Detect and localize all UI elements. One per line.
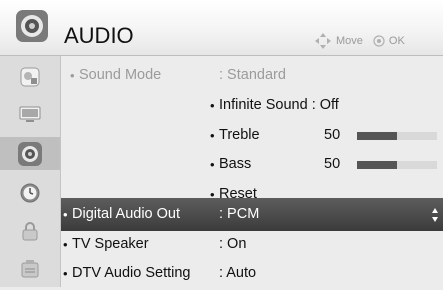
sidebar-item-time[interactable]	[0, 176, 60, 209]
move-hint-label: Move	[336, 35, 363, 47]
move-arrows-icon	[315, 33, 331, 49]
nav-hint: Move OK	[314, 32, 405, 50]
menu-item-bass[interactable]: • Bass 50	[61, 148, 443, 181]
clock-icon	[20, 183, 40, 202]
menu-item-digital-audio-out[interactable]: • Digital Audio Out : PCM	[61, 198, 443, 231]
sound-mode-value: : Standard	[219, 67, 286, 83]
bullet: •	[63, 266, 68, 281]
monitor-icon	[19, 106, 41, 122]
bass-value: 50	[324, 156, 341, 172]
audio-speaker-icon	[14, 8, 50, 44]
bullet: •	[210, 157, 215, 172]
bullet: •	[70, 68, 75, 83]
option-icon	[21, 259, 39, 277]
bass-slider[interactable]	[357, 161, 437, 169]
audio-menu: • Sound Mode : Standard • Infinite Sound…	[61, 56, 443, 287]
sidebar-item-picture[interactable]	[0, 60, 60, 93]
sidebar-item-audio[interactable]	[0, 137, 60, 170]
infinite-sound-label: Infinite Sound : Off	[219, 97, 339, 113]
menu-item-sound-mode[interactable]: • Sound Mode : Standard	[61, 59, 443, 92]
ok-button-icon	[373, 35, 385, 47]
dtv-audio-setting-value: : Auto	[219, 265, 257, 281]
menu-item-dtv-audio-setting[interactable]: • DTV Audio Setting : Auto	[61, 257, 443, 290]
lock-icon	[22, 221, 38, 240]
sidebar-item-lock[interactable]	[0, 214, 60, 247]
bullet: •	[63, 207, 68, 222]
speaker-icon	[18, 141, 42, 166]
treble-slider-fill	[357, 132, 397, 140]
dtv-audio-setting-label: DTV Audio Setting	[72, 265, 191, 281]
category-sidebar	[0, 56, 61, 287]
ok-hint-label: OK	[388, 35, 405, 47]
sound-mode-label: Sound Mode	[79, 67, 162, 83]
bass-label: Bass	[219, 156, 252, 172]
sidebar-item-screen[interactable]	[0, 98, 60, 131]
page-title: AUDIO	[64, 23, 134, 48]
treble-slider[interactable]	[357, 132, 437, 140]
sidebar-item-option[interactable]	[0, 252, 60, 285]
digital-audio-out-value: : PCM	[219, 206, 260, 222]
menu-item-infinite-sound[interactable]: • Infinite Sound : Off	[61, 89, 443, 122]
header-bar: AUDIO Move OK	[0, 0, 443, 56]
picture-icon	[20, 67, 40, 86]
digital-audio-out-label: Digital Audio Out	[72, 206, 181, 222]
up-down-arrow-icon	[432, 208, 438, 222]
bass-slider-fill	[357, 161, 397, 169]
bullet: •	[210, 98, 215, 113]
